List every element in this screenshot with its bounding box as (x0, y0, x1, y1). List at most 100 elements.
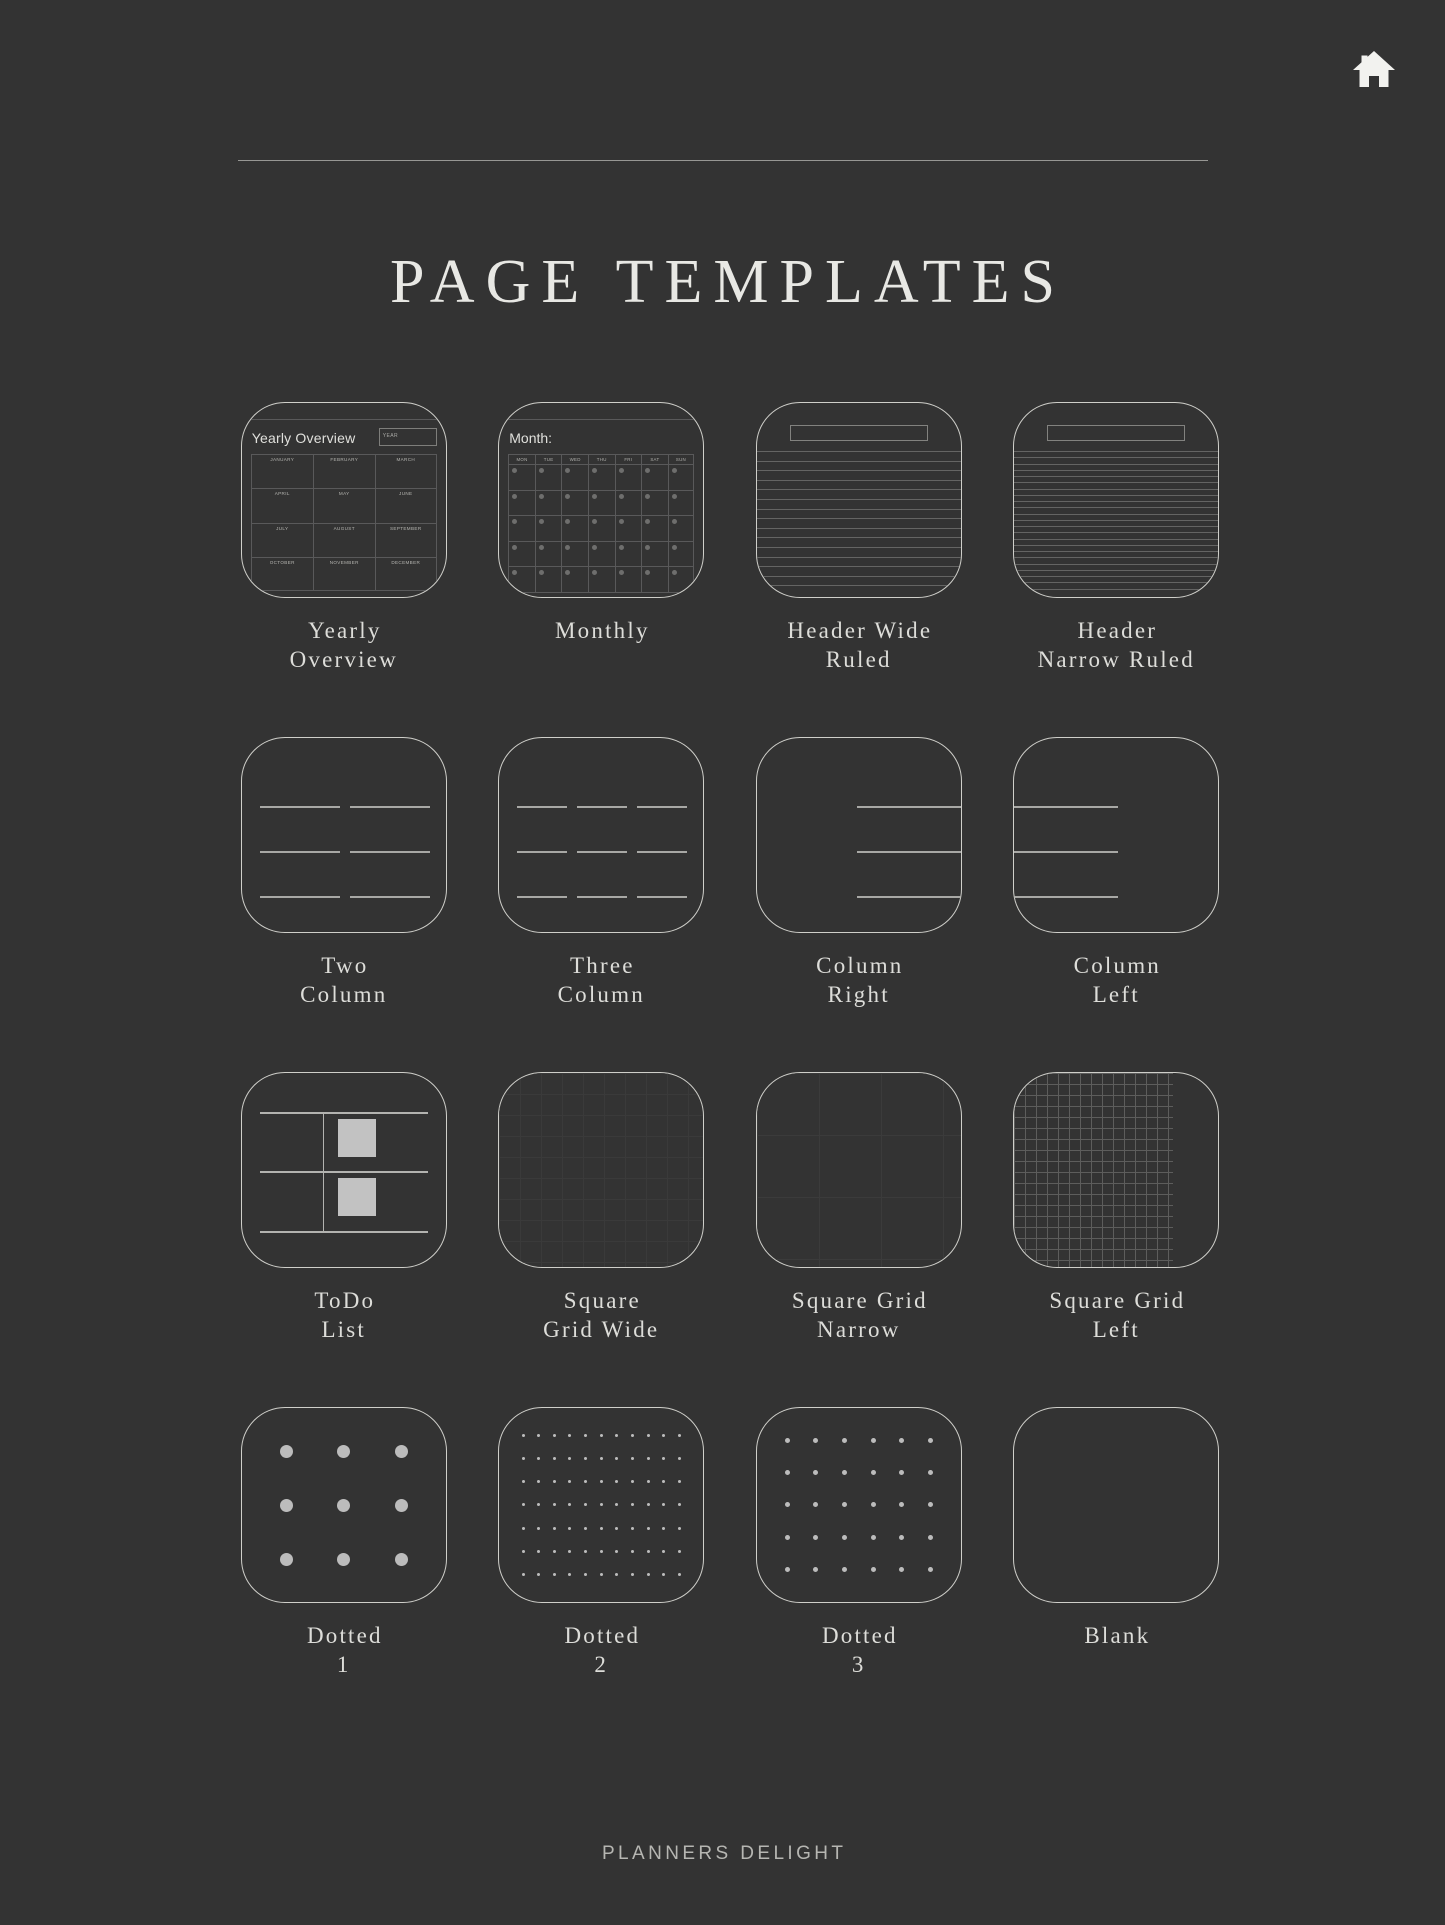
preview-rule-line (1014, 544, 1219, 546)
preview-dot (870, 1567, 876, 1573)
preview-column-line (349, 806, 430, 808)
preview-dot (552, 1434, 556, 1438)
template-thumb-dotted-2[interactable] (498, 1407, 705, 1603)
template-thumb-two-column[interactable] (240, 737, 447, 933)
template-thumb-dotted-1[interactable] (240, 1407, 447, 1603)
template-label-dotted-1: Dotted 1 (306, 1623, 383, 1678)
preview-dot (537, 1480, 541, 1484)
preview-rule-line (1014, 507, 1219, 509)
preview-rule-line (1014, 519, 1219, 521)
template-cell: Square Grid Left (988, 1072, 1246, 1407)
preview-dot (784, 1567, 790, 1573)
preview-dot (677, 1434, 681, 1438)
template-label-yearly-overview: Yearly Overview (289, 618, 398, 673)
template-grid: Yearly Overview YEAR JANUARY FEBRUARY MARCH A… (215, 402, 1245, 1742)
preview-dot (841, 1534, 847, 1540)
preview-dot (813, 1437, 819, 1443)
preview-dot (813, 1534, 819, 1540)
template-label-todo-list: ToDo List (314, 1288, 376, 1343)
preview-column-line (637, 851, 688, 853)
preview-dot (899, 1534, 905, 1540)
preview-dot (568, 1526, 572, 1530)
preview-dot (521, 1457, 525, 1461)
preview-dot (584, 1526, 588, 1530)
preview-header-box (1047, 425, 1186, 441)
template-thumb-dotted-3[interactable] (755, 1407, 962, 1603)
preview-rule-line (1014, 451, 1219, 452)
preview-dot (552, 1572, 556, 1576)
preview-dot-grid (258, 1424, 430, 1586)
preview-column-line (259, 806, 340, 808)
template-cell: Three Column (473, 737, 731, 1072)
template-thumb-header-wide-ruled[interactable] (755, 402, 962, 598)
template-thumb-column-left[interactable] (1013, 737, 1220, 933)
template-thumb-todo-list[interactable] (240, 1072, 447, 1268)
preview-rule-line (1014, 538, 1219, 540)
preview-dot (813, 1470, 819, 1476)
preview-rule-line (1014, 513, 1219, 515)
preview-dot (784, 1534, 790, 1540)
preview-dot (677, 1503, 681, 1507)
preview-dot (615, 1526, 619, 1530)
preview-dot (646, 1480, 650, 1484)
preview-dot (279, 1552, 293, 1566)
preview-rule-line (756, 585, 961, 587)
preview-dot (521, 1503, 525, 1507)
preview-column-line (1014, 806, 1119, 808)
preview-square-grid (499, 1073, 704, 1267)
preview-dot (870, 1437, 876, 1443)
preview-column-line (517, 851, 568, 853)
header-divider (238, 160, 1208, 161)
template-thumb-blank[interactable] (1013, 1407, 1220, 1603)
preview-dot (662, 1526, 666, 1530)
preview-column-line (259, 896, 340, 898)
preview-column-line (259, 851, 340, 853)
home-button[interactable] (1343, 38, 1405, 100)
preview-dot (537, 1434, 541, 1438)
preview-dot (662, 1503, 666, 1507)
preview-dot (599, 1503, 603, 1507)
preview-dot (568, 1503, 572, 1507)
home-icon (1352, 49, 1396, 89)
preview-dot (784, 1437, 790, 1443)
preview-todo-checkbox (337, 1119, 376, 1157)
preview-rule-line (756, 518, 961, 520)
preview-dot (552, 1457, 556, 1461)
template-label-square-grid-left: Square Grid Left (1049, 1288, 1186, 1343)
preview-dot (599, 1572, 603, 1576)
preview-dot (615, 1457, 619, 1461)
preview-column-line (577, 806, 628, 808)
preview-rule-line (756, 527, 961, 529)
template-thumb-yearly-overview[interactable]: Yearly Overview YEAR JANUARY FEBRUARY MARCH A… (240, 402, 447, 598)
preview-dot (552, 1526, 556, 1530)
preview-dot (646, 1572, 650, 1576)
preview-dot (841, 1437, 847, 1443)
preview-dot (631, 1549, 635, 1553)
template-thumb-square-grid-wide[interactable] (498, 1072, 705, 1268)
preview-dot (584, 1549, 588, 1553)
preview-month-table: MON TUE WED THU FRI SAT SUN (508, 454, 695, 593)
preview-rule-line (756, 547, 961, 548)
template-cell: Blank (988, 1407, 1246, 1742)
preview-column-line (577, 896, 628, 898)
preview-column-line (1014, 896, 1119, 898)
preview-dot (899, 1567, 905, 1573)
preview-dot (927, 1534, 933, 1540)
preview-dot (599, 1549, 603, 1553)
preview-dot (927, 1567, 933, 1573)
template-thumb-square-grid-left[interactable] (1013, 1072, 1220, 1268)
template-thumb-header-narrow-ruled[interactable] (1013, 402, 1220, 598)
template-thumb-three-column[interactable] (498, 737, 705, 933)
template-thumb-column-right[interactable] (755, 737, 962, 933)
preview-dot (568, 1572, 572, 1576)
preview-dot (337, 1444, 351, 1458)
preview-dot (552, 1503, 556, 1507)
preview-dot (899, 1470, 905, 1476)
preview-month-grid: JANUARY FEBRUARY MARCH APRIL MAY JUNE JULY AUGU… (250, 454, 437, 591)
template-thumb-square-grid-narrow[interactable] (755, 1072, 962, 1268)
preview-dot (927, 1437, 933, 1443)
preview-column-line (637, 896, 688, 898)
preview-year-field: YEAR (378, 428, 437, 446)
preview-dot-grid (773, 1424, 945, 1586)
template-thumb-monthly[interactable]: Month: MON TUE WED THU FRI SAT SUN (498, 402, 705, 598)
